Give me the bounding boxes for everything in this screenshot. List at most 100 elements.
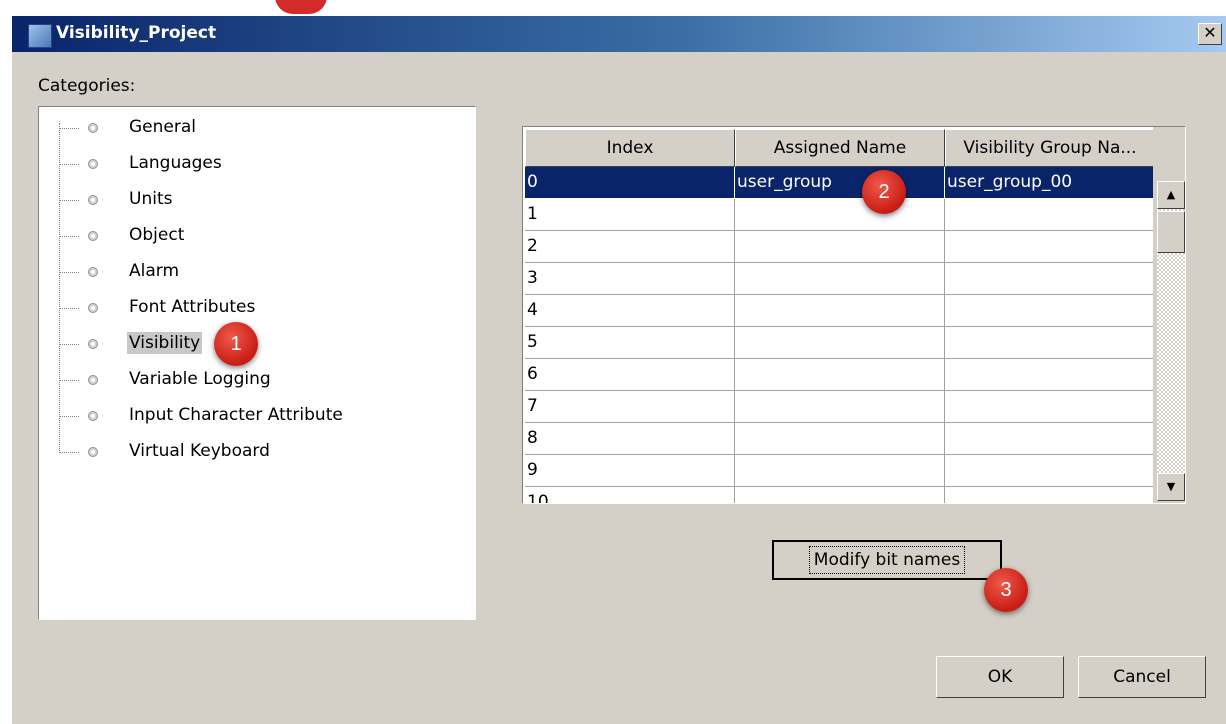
modify-button-label: Modify bit names: [808, 546, 966, 574]
assigned-name-cell[interactable]: [735, 487, 945, 503]
group-name-cell[interactable]: [945, 231, 1155, 263]
index-cell[interactable]: 4: [525, 295, 735, 327]
assigned-name-cell[interactable]: [735, 295, 945, 327]
title-bar[interactable]: Visibility_Project ✕: [12, 16, 1226, 52]
modify-bit-names-button[interactable]: Modify bit names: [772, 540, 1002, 580]
group-name-cell[interactable]: [945, 295, 1155, 327]
step-badge-3: 3: [984, 568, 1028, 612]
tree-item-label: Input Character Attribute: [129, 405, 343, 425]
table-row[interactable]: 0 user_group user_group_00: [525, 167, 1155, 199]
leaf-dot-icon: [88, 123, 98, 133]
tree-item-object[interactable]: Object: [59, 221, 459, 251]
tree-item-general[interactable]: General: [59, 113, 459, 143]
index-cell[interactable]: 10: [525, 487, 735, 503]
tree-branch-line: [59, 380, 79, 381]
assigned-name-cell[interactable]: [735, 231, 945, 263]
table-row[interactable]: 4: [525, 295, 1155, 327]
visibility-groups-table[interactable]: Index Assigned Name Visibility Group Na.…: [522, 126, 1186, 504]
categories-tree[interactable]: General Languages Units Object Alarm Fon…: [38, 106, 476, 620]
column-header-visibility-group-name[interactable]: Visibility Group Na...: [945, 129, 1155, 167]
tree-branch-line: [59, 308, 79, 309]
assigned-name-cell[interactable]: [735, 263, 945, 295]
tree-item-label: Variable Logging: [129, 369, 271, 389]
tree-item-label: Alarm: [129, 261, 180, 281]
group-name-cell[interactable]: [945, 199, 1155, 231]
tree-item-variable-logging[interactable]: Variable Logging: [59, 365, 459, 395]
assigned-name-cell[interactable]: [735, 359, 945, 391]
leaf-dot-icon: [88, 375, 98, 385]
group-name-cell[interactable]: [945, 327, 1155, 359]
tree-item-font-attributes[interactable]: Font Attributes: [59, 293, 459, 323]
index-cell[interactable]: 8: [525, 423, 735, 455]
assigned-name-cell[interactable]: [735, 455, 945, 487]
table-row[interactable]: 9: [525, 455, 1155, 487]
index-cell[interactable]: 9: [525, 455, 735, 487]
table-row[interactable]: 10: [525, 487, 1155, 503]
index-cell[interactable]: 0: [525, 167, 735, 199]
column-header-index[interactable]: Index: [525, 129, 735, 167]
ok-button[interactable]: OK: [936, 656, 1064, 698]
leaf-dot-icon: [88, 303, 98, 313]
tree-item-label: Units: [129, 189, 173, 209]
tree-item-units[interactable]: Units: [59, 185, 459, 215]
group-name-cell[interactable]: user_group_00: [945, 167, 1155, 199]
tree-branch-line: [59, 236, 79, 237]
group-name-cell[interactable]: [945, 391, 1155, 423]
leaf-dot-icon: [88, 447, 98, 457]
table-row[interactable]: 3: [525, 263, 1155, 295]
tree-item-languages[interactable]: Languages: [59, 149, 459, 179]
assigned-name-cell[interactable]: [735, 327, 945, 359]
tree-branch-line: [59, 272, 79, 273]
group-name-cell[interactable]: [945, 263, 1155, 295]
index-cell[interactable]: 6: [525, 359, 735, 391]
step-badge-1: 1: [214, 322, 258, 366]
leaf-dot-icon: [88, 231, 98, 241]
table-row[interactable]: 6: [525, 359, 1155, 391]
tree-branch-line: [59, 128, 79, 129]
categories-label: Categories:: [38, 76, 136, 96]
app-icon: [28, 24, 52, 48]
group-name-cell[interactable]: [945, 487, 1155, 503]
group-name-cell[interactable]: [945, 359, 1155, 391]
cancel-button[interactable]: Cancel: [1078, 656, 1206, 698]
group-name-cell[interactable]: [945, 423, 1155, 455]
index-cell[interactable]: 3: [525, 263, 735, 295]
tree-branch-line: [59, 452, 79, 453]
leaf-dot-icon: [88, 339, 98, 349]
column-header-assigned-name[interactable]: Assigned Name: [735, 129, 945, 167]
assigned-name-cell[interactable]: user_group: [735, 167, 945, 199]
table-row[interactable]: 5: [525, 327, 1155, 359]
leaf-dot-icon: [88, 195, 98, 205]
tree-branch-line: [59, 200, 79, 201]
index-cell[interactable]: 2: [525, 231, 735, 263]
scroll-down-button[interactable]: ▼: [1157, 473, 1185, 501]
tree-branch-line: [59, 164, 79, 165]
assigned-name-cell[interactable]: [735, 391, 945, 423]
index-cell[interactable]: 7: [525, 391, 735, 423]
step-badge-2: 2: [862, 170, 906, 214]
scroll-thumb[interactable]: [1157, 211, 1185, 253]
tree-branch-line: [59, 416, 79, 417]
tree-item-label: Languages: [129, 153, 222, 173]
scroll-up-button[interactable]: ▲: [1157, 181, 1185, 209]
tree-item-alarm[interactable]: Alarm: [59, 257, 459, 287]
tree-item-input-character-attribute[interactable]: Input Character Attribute: [59, 401, 459, 431]
tree-item-label: Visibility: [127, 332, 203, 354]
table-row[interactable]: 1: [525, 199, 1155, 231]
tree-item-virtual-keyboard[interactable]: Virtual Keyboard: [59, 437, 459, 467]
tree-item-visibility[interactable]: Visibility: [59, 329, 459, 359]
table-row[interactable]: 8: [525, 423, 1155, 455]
tree-item-label: General: [129, 117, 196, 137]
index-cell[interactable]: 1: [525, 199, 735, 231]
table-row[interactable]: 2: [525, 231, 1155, 263]
vertical-scrollbar[interactable]: ▲ ▼: [1153, 127, 1185, 503]
assigned-name-cell[interactable]: [735, 423, 945, 455]
tree-item-label: Font Attributes: [129, 297, 256, 317]
tree-item-label: Object: [129, 225, 185, 245]
assigned-name-cell[interactable]: [735, 199, 945, 231]
table-row[interactable]: 7: [525, 391, 1155, 423]
group-name-cell[interactable]: [945, 455, 1155, 487]
index-cell[interactable]: 5: [525, 327, 735, 359]
background-strip: [0, 0, 1226, 16]
close-button[interactable]: ✕: [1198, 23, 1222, 45]
